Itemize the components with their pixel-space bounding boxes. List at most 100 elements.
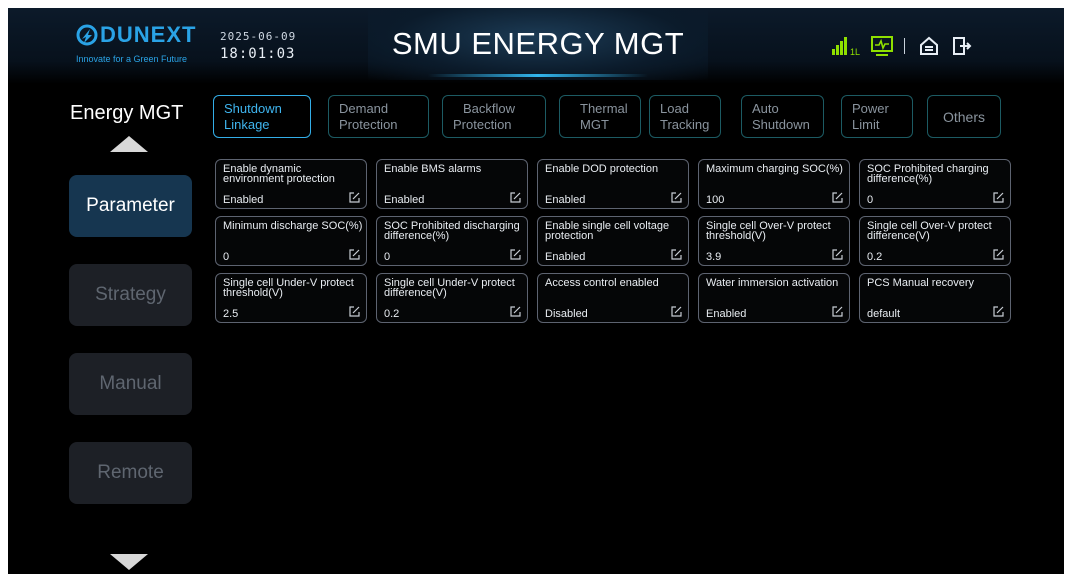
brand-name: DUNEXT [100,22,197,47]
param-card-underv-threshold[interactable]: Single cell Under-V protect threshold(V)… [215,273,367,323]
param-card-single-cell-voltage-protection[interactable]: Enable single cell voltage protection En… [537,216,689,266]
sidebar-item-manual[interactable]: Manual [69,353,192,415]
tab-shutdown-linkage[interactable]: Shutdown Linkage [213,95,311,138]
param-value: Disabled [545,308,588,320]
param-label: Single cell Under-V protect threshold(V) [223,277,354,299]
tab-label-line2: Limit [852,117,880,132]
tab-label-line2: Linkage [224,117,270,132]
param-label: Maximum charging SOC(%) [706,163,843,175]
exit-icon[interactable] [950,35,972,57]
edit-icon[interactable] [832,306,843,317]
param-card-pcs-manual-recovery[interactable]: PCS Manual recovery default [859,273,1011,323]
param-value: Enabled [706,308,747,320]
edit-icon[interactable] [349,192,360,203]
tab-label-line2: Tracking [660,117,710,132]
param-value: 0.2 [384,308,400,320]
param-card-min-discharge-soc[interactable]: Minimum discharge SOC(%) 0 [215,216,367,266]
param-card-soc-discharging-difference[interactable]: SOC Prohibited discharging difference(%)… [376,216,528,266]
param-label: Single cell Over-V protect difference(V) [867,220,992,242]
edit-icon[interactable] [349,306,360,317]
app-screen: DUNEXT Innovate for a Green Future 2025-… [8,8,1064,574]
param-value: 3.9 [706,251,722,263]
sidebar-item-remote[interactable]: Remote [69,442,192,504]
logo-icon [76,24,98,46]
param-label: SOC Prohibited discharging difference(%) [384,220,520,242]
edit-icon[interactable] [510,249,521,260]
tab-label-line2: MGT [580,117,609,132]
param-value: Enabled [545,251,586,263]
param-card-soc-charging-difference[interactable]: SOC Prohibited charging difference(%) 0 [859,159,1011,209]
param-card-water-immersion[interactable]: Water immersion activation Enabled [698,273,850,323]
edit-icon[interactable] [510,192,521,203]
brand-slogan: Innovate for a Green Future [76,54,188,64]
edit-icon[interactable] [671,249,682,260]
param-value: 0 [384,251,391,263]
param-label: Single cell Under-V protect difference(V… [384,277,515,299]
edit-icon[interactable] [671,306,682,317]
param-label: Minimum discharge SOC(%) [223,220,363,232]
tab-load-tracking[interactable]: Load Tracking [649,95,721,138]
scroll-up-icon[interactable] [110,136,148,152]
tab-label-line1: Auto [752,101,779,116]
edit-icon[interactable] [993,192,1004,203]
param-label: PCS Manual recovery [867,277,974,289]
param-value: default [867,308,901,320]
current-time: 18:01:03 [220,46,296,62]
param-card-dynamic-env-protection[interactable]: Enable dynamic environment protection En… [215,159,367,209]
param-value: 100 [706,194,725,206]
edit-icon[interactable] [993,249,1004,260]
home-icon[interactable] [918,35,940,57]
edit-icon[interactable] [671,192,682,203]
tab-demand-protection[interactable]: Demand Protection [328,95,429,138]
param-card-dod-protection[interactable]: Enable DOD protection Enabled [537,159,689,209]
page-title: SMU ENERGY MGT [391,26,685,61]
param-label: Water immersion activation [706,277,839,289]
signal-icon: 1L [832,37,860,57]
edit-icon[interactable] [832,192,843,203]
param-card-access-control[interactable]: Access control enabled Disabled [537,273,689,323]
tab-label-line1: Backflow [463,101,516,116]
param-label: Enable BMS alarms [384,163,482,175]
param-card-overv-difference[interactable]: Single cell Over-V protect difference(V)… [859,216,1011,266]
tab-label-line1: Load [660,101,689,116]
param-value: Enabled [545,194,586,206]
current-date: 2025-06-09 [220,30,297,43]
tab-label-line2: Protection [339,117,398,132]
tab-label-line2: Protection [453,117,512,132]
monitor-icon[interactable] [870,35,894,57]
header-divider [904,38,905,54]
tab-others[interactable]: Others [927,95,1001,138]
param-value: Enabled [384,194,425,206]
edit-icon[interactable] [510,306,521,317]
param-card-bms-alarms[interactable]: Enable BMS alarms Enabled [376,159,528,209]
param-value: 0 [223,251,230,263]
param-label: Enable DOD protection [545,163,659,175]
edit-icon[interactable] [832,249,843,260]
edit-icon[interactable] [349,249,360,260]
param-value: 0 [867,194,874,206]
param-value: 0.2 [867,251,883,263]
param-card-underv-difference[interactable]: Single cell Under-V protect difference(V… [376,273,528,323]
sidebar-item-parameter[interactable]: Parameter [69,175,192,237]
tab-label-line1: Shutdown [224,101,282,116]
tab-auto-shutdown[interactable]: Auto Shutdown [741,95,824,138]
param-label: Enable dynamic environment protection [223,163,335,185]
tab-label-line2: Shutdown [752,117,810,132]
tab-thermal-mgt[interactable]: Thermal MGT [559,95,641,138]
edit-icon[interactable] [993,306,1004,317]
tab-label: Others [942,108,985,125]
tab-label-line1: Thermal [580,101,628,116]
title-underline [428,74,648,77]
param-value: 2.5 [223,308,239,320]
scroll-down-icon[interactable] [110,554,148,570]
param-card-max-charging-soc[interactable]: Maximum charging SOC(%) 100 [698,159,850,209]
tab-label-line1: Power [852,101,889,116]
param-label: SOC Prohibited charging difference(%) [867,163,989,185]
param-card-overv-threshold[interactable]: Single cell Over-V protect threshold(V) … [698,216,850,266]
tab-backflow-protection[interactable]: Backflow Protection [442,95,546,138]
tab-power-limit[interactable]: Power Limit [841,95,913,138]
sidebar-title: Energy MGT [70,102,184,124]
param-label: Single cell Over-V protect threshold(V) [706,220,831,242]
param-label: Access control enabled [545,277,659,289]
sidebar-item-strategy[interactable]: Strategy [69,264,192,326]
